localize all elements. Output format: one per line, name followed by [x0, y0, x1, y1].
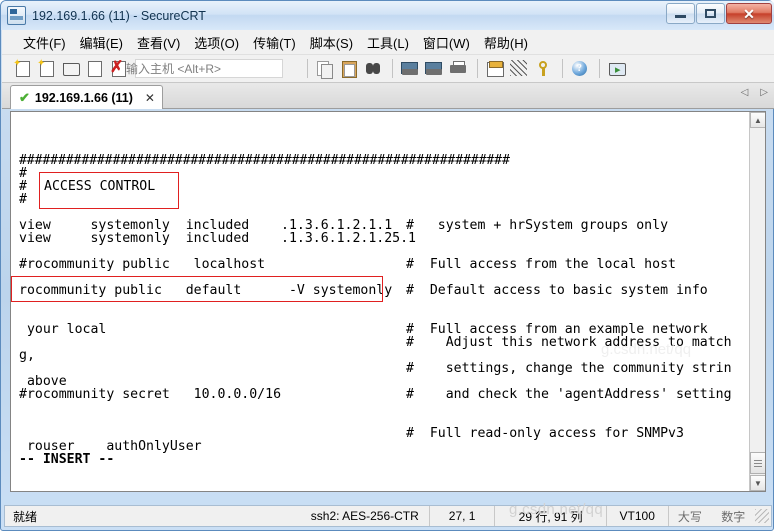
status-emulation: VT100 — [605, 506, 668, 526]
status-dimensions: 29 行, 91 列 — [494, 506, 605, 526]
tile-windows-icon[interactable]: ▸ — [606, 58, 628, 79]
terminal-line: # — [19, 192, 27, 207]
tab-session-1[interactable]: ✔ 192.169.1.66 (11) ✕ — [10, 85, 163, 109]
toolbar-separator-1 — [307, 59, 308, 78]
disconnect-icon[interactable]: ✗ — [108, 58, 130, 79]
menu-tools[interactable]: 工具(L) — [360, 31, 416, 54]
find-icon[interactable] — [362, 58, 384, 79]
tab-prev-icon[interactable]: ◁ — [741, 87, 749, 98]
tab-next-icon[interactable]: ▷ — [760, 87, 768, 98]
connect-local-shell-icon[interactable] — [60, 58, 82, 79]
terminal-line: # Adjust this network address to match — [406, 335, 732, 350]
terminal-line: # Default access to basic system info — [406, 283, 708, 298]
toolbar-separator-4 — [562, 59, 563, 78]
terminal-line: your local — [19, 322, 107, 337]
minimize-button[interactable] — [666, 3, 695, 24]
toolbar: ✦ ✦ ✗ 输入主机 <Alt+R> ? ▸ — [2, 55, 774, 83]
terminal-scrollbar[interactable]: ▲ ▼ — [749, 112, 765, 491]
securecrt-window: 192.169.1.66 (11) - SecureCRT ✕ 文件(F) 编辑… — [0, 0, 774, 531]
terminal-line: #rocommunity secret 10.0.0.0/16 — [19, 387, 282, 402]
securecrt-app-icon — [7, 6, 26, 25]
terminal-line: ########################################… — [19, 153, 510, 168]
menu-file[interactable]: 文件(F) — [16, 31, 73, 54]
caption-buttons: ✕ — [666, 3, 772, 24]
tab-label: 192.169.1.66 (11) — [34, 90, 133, 105]
terminal-line: g, — [19, 348, 35, 363]
menu-help[interactable]: 帮助(H) — [477, 31, 535, 54]
menu-view[interactable]: 查看(V) — [130, 31, 187, 54]
status-ready: 就绪 — [13, 509, 38, 524]
toolbar-separator-3 — [477, 59, 478, 78]
window-title: 192.169.1.66 (11) - SecureCRT — [32, 8, 206, 23]
terminal-panel: ########################################… — [10, 111, 766, 492]
close-button[interactable]: ✕ — [726, 3, 772, 24]
terminal-line: ACCESS CONTROL — [44, 179, 156, 194]
tab-strip: ✔ 192.169.1.66 (11) ✕ ◁ ▷ — [2, 83, 774, 109]
terminal-line: # system + hrSystem groups only — [406, 218, 669, 233]
toolbar-separator-5 — [599, 59, 600, 78]
terminal-line: # Full access from the local host — [406, 257, 676, 272]
status-num-lock: 数字 — [721, 509, 746, 524]
terminal-screen[interactable]: ########################################… — [11, 112, 750, 491]
toggle-chat-icon[interactable] — [508, 58, 530, 79]
key-icon[interactable] — [532, 58, 554, 79]
status-cursor-pos: 27, 1 — [428, 506, 495, 526]
new-session-icon[interactable]: ✦ — [12, 58, 34, 79]
status-caps-lock: 大写 — [667, 506, 712, 526]
menu-transfer[interactable]: 传输(T) — [246, 31, 303, 54]
title-bar: 192.169.1.66 (11) - SecureCRT ✕ — [1, 1, 774, 30]
connected-check-icon: ✔ — [19, 90, 30, 105]
terminal-line: # settings, change the community strin — [406, 361, 732, 376]
terminal-line: # Full read-only access for SNMPv3 — [406, 426, 684, 441]
menu-options[interactable]: 选项(O) — [187, 31, 246, 54]
print-screen-icon[interactable] — [423, 58, 445, 79]
host-entry-box[interactable] — [135, 59, 283, 78]
print-icon[interactable] — [447, 58, 469, 79]
paste-icon[interactable] — [338, 58, 360, 79]
scroll-up-icon[interactable]: ▲ — [750, 112, 765, 128]
terminal-line: # and check the 'agentAddress' setting — [406, 387, 732, 402]
tab-navigation: ◁ ▷ — [741, 87, 768, 98]
menu-edit[interactable]: 编辑(E) — [73, 31, 130, 54]
scroll-down-icon[interactable]: ▼ — [750, 475, 765, 491]
connect-session-icon[interactable]: ✦ — [36, 58, 58, 79]
terminal-line: view systemonly included .1.3.6.1.2.1.25… — [19, 231, 416, 246]
connect-in-tab-icon[interactable] — [84, 58, 106, 79]
status-cipher: ssh2: AES-256-CTR — [310, 509, 419, 523]
maximize-button[interactable] — [696, 3, 725, 24]
log-session-icon[interactable] — [399, 58, 421, 79]
help-icon[interactable]: ? — [569, 58, 591, 79]
session-options-icon[interactable] — [484, 58, 506, 79]
maximize-icon — [705, 9, 716, 18]
resize-grip-icon[interactable] — [755, 509, 769, 523]
tab-close-icon[interactable]: ✕ — [145, 92, 155, 104]
status-bar: 就绪 ssh2: AES-256-CTR 27, 1 29 行, 91 列 VT… — [4, 505, 772, 527]
terminal-line: -- INSERT -- — [19, 452, 115, 467]
menu-bar: 文件(F) 编辑(E) 查看(V) 选项(O) 传输(T) 脚本(S) 工具(L… — [2, 30, 774, 55]
terminal-line: #rocommunity public localhost — [19, 257, 266, 272]
copy-icon[interactable] — [314, 58, 336, 79]
minimize-icon — [675, 15, 686, 18]
terminal-line: rocommunity public default -V systemonly — [19, 283, 393, 298]
close-icon: ✕ — [743, 5, 755, 22]
menu-window[interactable]: 窗口(W) — [416, 31, 477, 54]
scrollbar-thumb[interactable] — [750, 452, 765, 474]
toolbar-separator-2 — [392, 59, 393, 78]
menu-script[interactable]: 脚本(S) — [303, 31, 360, 54]
